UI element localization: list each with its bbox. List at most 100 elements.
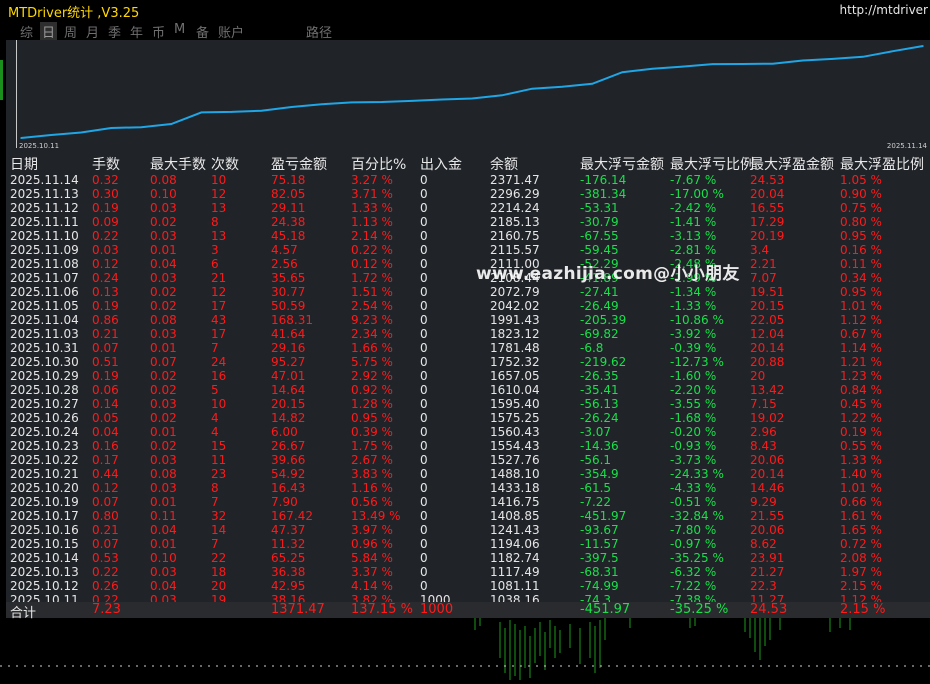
cell-3: 13 bbox=[211, 201, 227, 215]
cell-2: 0.10 bbox=[150, 551, 177, 565]
tab-1[interactable]: 日 bbox=[40, 22, 58, 41]
tab-4[interactable]: 季 bbox=[108, 22, 121, 41]
equity-point bbox=[741, 63, 744, 65]
cell-7: 1554.43 bbox=[490, 439, 540, 453]
cell-3: 8 bbox=[211, 215, 219, 229]
tab-0[interactable]: 综 bbox=[20, 22, 33, 41]
background-price-chart bbox=[0, 618, 930, 680]
cell-1: 0.32 bbox=[92, 173, 119, 187]
cell-1: 0.24 bbox=[92, 271, 119, 285]
equity-point bbox=[140, 126, 143, 128]
cell-2: 0.04 bbox=[150, 579, 177, 593]
url-link[interactable]: http://mtdriver bbox=[840, 3, 928, 17]
cell-2: 0.04 bbox=[150, 257, 177, 271]
cell-4: 42.95 bbox=[271, 579, 306, 593]
cell-9: -3.92 % bbox=[670, 327, 717, 341]
tab-2[interactable]: 周 bbox=[64, 22, 77, 41]
cell-8: -451.97 bbox=[580, 509, 627, 523]
cell-6: 0 bbox=[420, 523, 428, 537]
cell-3: 12 bbox=[211, 187, 227, 201]
cell-7: 2160.75 bbox=[490, 229, 540, 243]
cell-9: -4.33 % bbox=[670, 481, 717, 495]
cell-5: 1.16 % bbox=[351, 481, 393, 495]
cell-1: 0.13 bbox=[92, 285, 119, 299]
cell-11: 1.65 % bbox=[840, 523, 882, 537]
equity-point bbox=[200, 111, 203, 114]
cell-3: 4 bbox=[211, 411, 219, 425]
cell-5: 2.67 % bbox=[351, 453, 393, 467]
cell-0: 2025.10.27 bbox=[10, 397, 79, 411]
cell-11: 1.40 % bbox=[840, 467, 882, 481]
tab-7[interactable]: M bbox=[174, 22, 185, 37]
cell-4: 29.11 bbox=[271, 201, 306, 215]
cell-0: 2025.10.16 bbox=[10, 523, 79, 537]
cell-8: -3.07 bbox=[580, 425, 612, 439]
cell-7: 1182.74 bbox=[490, 551, 540, 565]
cell-2: 0.07 bbox=[150, 355, 177, 369]
left-edge-marker bbox=[0, 60, 3, 100]
cell-9: -1.68 % bbox=[670, 411, 717, 425]
cell-4: 47.01 bbox=[271, 369, 306, 383]
cell-3: 7 bbox=[211, 495, 219, 509]
cell-7: 1657.05 bbox=[490, 369, 540, 383]
cell-4: 14.64 bbox=[271, 383, 306, 397]
cell-10: 20 bbox=[750, 369, 766, 383]
cell-0: 2025.10.12 bbox=[10, 579, 79, 593]
table-row: 2025.11.07 0.24 0.03 21 35.65 1.72 % 0 2108.44-… bbox=[6, 271, 930, 285]
cell-6: 0 bbox=[420, 271, 428, 285]
cell-8: -27.41 bbox=[580, 285, 619, 299]
cell-8: -397.5 bbox=[580, 551, 619, 565]
equity-point bbox=[501, 94, 503, 97]
equity-line bbox=[20, 45, 924, 139]
tab-6[interactable]: 币 bbox=[152, 22, 165, 41]
cell-5: 1.33 % bbox=[351, 201, 393, 215]
tab-9[interactable]: 账户 bbox=[218, 22, 244, 41]
cell-5: 1.28 % bbox=[351, 397, 393, 411]
cell-11: 0.75 % bbox=[840, 201, 882, 215]
cell-1: 0.26 bbox=[92, 579, 119, 593]
cell-2: 0.08 bbox=[150, 467, 177, 481]
table-row: 2025.10.28 0.06 0.02 5 14.64 0.92 % 0 1610.04 -3… bbox=[6, 383, 930, 397]
cell-7: 1781.48 bbox=[490, 341, 540, 355]
cell-6: 0 bbox=[420, 411, 428, 425]
equity-point bbox=[892, 50, 894, 52]
cell-8: -61.5 bbox=[580, 481, 612, 495]
cell-5: 3.37 % bbox=[351, 565, 393, 579]
cell-10: 22.05 bbox=[750, 313, 785, 327]
cell-0: 2025.10.13 bbox=[10, 565, 79, 579]
table-row: 2025.11.13 0.30 0.10 12 82.05 3.71 % 0 2296.29 -… bbox=[6, 187, 930, 201]
cell-11: 0.95 % bbox=[840, 285, 882, 299]
cell-0: 2025.11.12 bbox=[10, 201, 79, 215]
cell-11: 0.45 % bbox=[840, 397, 882, 411]
cell-7: 1117.49 bbox=[490, 565, 540, 579]
cell-1: 0.19 bbox=[92, 369, 119, 383]
table-row: 2025.11.09 0.03 0.01 3 4.57 0.22 % 0 2115.57 -59… bbox=[6, 243, 930, 257]
cell-8: -26.24 bbox=[580, 411, 619, 425]
cell-4: 54.92 bbox=[271, 467, 306, 481]
cell-4: 50.59 bbox=[271, 299, 306, 313]
tab-5[interactable]: 年 bbox=[130, 22, 143, 41]
cell-0: 2025.11.09 bbox=[10, 243, 79, 257]
cell-4: 35.65 bbox=[271, 271, 306, 285]
cell-5: 0.92 % bbox=[351, 383, 393, 397]
cell-2: 0.03 bbox=[150, 327, 177, 341]
tab-3[interactable]: 月 bbox=[86, 22, 99, 41]
cell-0: 2025.11.03 bbox=[10, 327, 79, 341]
cell-10: 14.46 bbox=[750, 481, 785, 495]
cell-5: 0.12 % bbox=[351, 257, 393, 271]
cell-6: 0 bbox=[420, 299, 428, 313]
cell-1: 0.12 bbox=[92, 257, 119, 271]
cell-1: 0.19 bbox=[92, 201, 119, 215]
cell-5: 2.92 % bbox=[351, 369, 393, 383]
cell-6: 0 bbox=[420, 397, 428, 411]
cell-10: 12.04 bbox=[750, 327, 785, 341]
cell-0: 2025.10.17 bbox=[10, 509, 79, 523]
tab-10[interactable]: 路径 bbox=[306, 22, 332, 41]
cell-1: 0.03 bbox=[92, 243, 119, 257]
cell-10: 20.06 bbox=[750, 453, 785, 467]
cell-5: 2.34 % bbox=[351, 327, 393, 341]
cell-1: 0.44 bbox=[92, 467, 119, 481]
cell-2: 0.04 bbox=[150, 523, 177, 537]
cell-9: -1.33 % bbox=[670, 299, 717, 313]
tab-8[interactable]: 备 bbox=[196, 22, 209, 41]
